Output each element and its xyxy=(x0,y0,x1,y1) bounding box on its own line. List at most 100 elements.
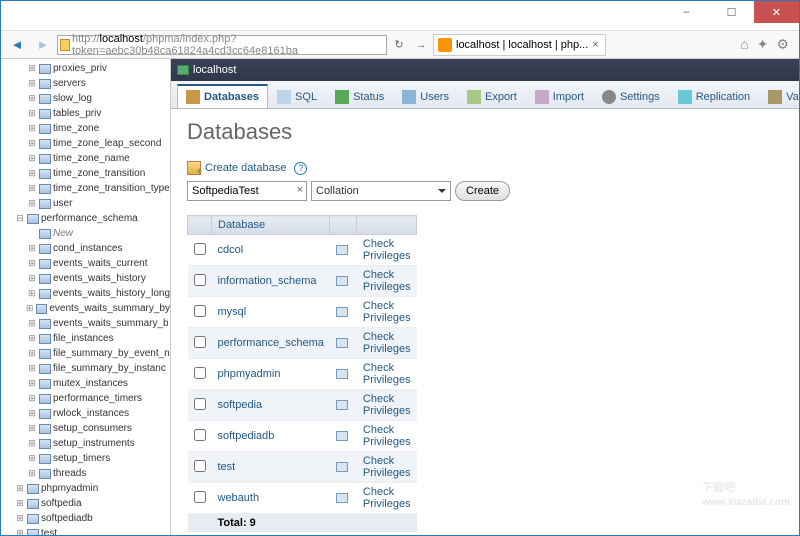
tree-toggle-icon[interactable]: ⊞ xyxy=(27,376,37,391)
tree-item[interactable]: time_zone xyxy=(53,121,99,136)
tree-item[interactable]: phpmyadmin xyxy=(41,481,98,496)
tree-item[interactable]: softpedia xyxy=(41,496,82,511)
row-checkbox[interactable] xyxy=(194,429,206,441)
tree-toggle-icon[interactable]: ⊟ xyxy=(15,211,25,226)
help-icon[interactable]: ? xyxy=(294,162,307,175)
tree-toggle-icon[interactable]: ⊞ xyxy=(27,106,37,121)
tree-item[interactable]: mutex_instances xyxy=(53,376,128,391)
tab-replication[interactable]: Replication xyxy=(669,85,759,108)
tree-item[interactable]: events_waits_summary_b xyxy=(53,316,169,331)
tab-export[interactable]: Export xyxy=(458,85,526,108)
tree-item[interactable]: rwlock_instances xyxy=(53,406,129,421)
tree-item[interactable]: threads xyxy=(53,466,86,481)
row-checkbox[interactable] xyxy=(194,305,206,317)
tab-close-button[interactable]: × xyxy=(592,39,598,51)
tree-toggle-icon[interactable]: ⊞ xyxy=(27,121,37,136)
browser-tab[interactable]: localhost | localhost | php... × xyxy=(433,34,606,56)
create-database-link[interactable]: Create database xyxy=(205,162,286,174)
check-privileges-link[interactable]: Check Privileges xyxy=(363,269,411,293)
column-header-database[interactable]: Database xyxy=(212,216,330,235)
check-privileges-link[interactable]: Check Privileges xyxy=(363,331,411,355)
row-checkbox[interactable] xyxy=(194,491,206,503)
tree-item[interactable]: cond_instances xyxy=(53,241,123,256)
tree-item[interactable]: setup_instruments xyxy=(53,436,135,451)
favorites-icon[interactable]: ✦ xyxy=(757,36,769,53)
tree-item[interactable]: time_zone_transition_type xyxy=(53,181,170,196)
collation-select[interactable]: Collation xyxy=(311,181,451,201)
tree-item[interactable]: tables_priv xyxy=(53,106,101,121)
tree-toggle-icon[interactable]: ⊞ xyxy=(27,466,37,481)
tree-toggle-icon[interactable]: ⊞ xyxy=(27,271,37,286)
nav-forward-button[interactable]: ► xyxy=(31,34,55,56)
database-link[interactable]: information_schema xyxy=(218,275,317,287)
database-link[interactable]: test xyxy=(218,461,236,473)
row-checkbox[interactable] xyxy=(194,243,206,255)
settings-gear-icon[interactable]: ⚙ xyxy=(776,36,789,53)
tree-item[interactable]: setup_consumers xyxy=(53,421,132,436)
database-link[interactable]: performance_schema xyxy=(218,337,324,349)
tree-toggle-icon[interactable]: ⊞ xyxy=(27,331,37,346)
tree-toggle-icon[interactable]: ⊞ xyxy=(27,136,37,151)
check-privileges-link[interactable]: Check Privileges xyxy=(363,362,411,386)
window-maximize-button[interactable]: ☐ xyxy=(709,1,754,23)
check-privileges-link[interactable]: Check Privileges xyxy=(363,455,411,479)
tree-item[interactable]: performance_timers xyxy=(53,391,142,406)
row-checkbox[interactable] xyxy=(194,274,206,286)
tab-variables[interactable]: Variables xyxy=(759,85,799,108)
tree-toggle-icon[interactable]: ⊞ xyxy=(27,421,37,436)
tree-item[interactable]: time_zone_leap_second xyxy=(53,136,161,151)
tree-item[interactable]: New xyxy=(53,226,73,241)
tree-toggle-icon[interactable]: ⊞ xyxy=(15,481,25,496)
tree-item[interactable]: proxies_priv xyxy=(53,61,107,76)
tree-item[interactable]: events_waits_history_long xyxy=(53,286,170,301)
check-privileges-link[interactable]: Check Privileges xyxy=(363,300,411,324)
tree-toggle-icon[interactable]: ⊞ xyxy=(27,91,37,106)
row-checkbox[interactable] xyxy=(194,398,206,410)
check-privileges-link[interactable]: Check Privileges xyxy=(363,486,411,510)
address-bar[interactable]: http://localhost/phpma/index.php?token=a… xyxy=(57,35,387,55)
window-minimize-button[interactable]: – xyxy=(664,1,709,23)
tree-toggle-icon[interactable]: ⊞ xyxy=(27,436,37,451)
tab-settings[interactable]: Settings xyxy=(593,85,669,108)
tree-toggle-icon[interactable]: ⊞ xyxy=(25,301,34,316)
tree-item[interactable]: events_waits_summary_by xyxy=(49,301,170,316)
tab-users[interactable]: Users xyxy=(393,85,458,108)
go-button[interactable]: → xyxy=(411,35,431,55)
tree-item[interactable]: time_zone_transition xyxy=(53,166,145,181)
tree-item[interactable]: file_summary_by_instanc xyxy=(53,361,166,376)
database-link[interactable]: softpediadb xyxy=(218,430,275,442)
tree-item[interactable]: setup_timers xyxy=(53,451,110,466)
tree-item[interactable]: events_waits_current xyxy=(53,256,148,271)
tree-toggle-icon[interactable]: ⊞ xyxy=(27,196,37,211)
nav-back-button[interactable]: ◄ xyxy=(5,34,29,56)
tree-item[interactable]: events_waits_history xyxy=(53,271,146,286)
database-link[interactable]: cdcol xyxy=(218,244,244,256)
tree-toggle-icon[interactable]: ⊞ xyxy=(27,286,37,301)
tree-toggle-icon[interactable]: ⊞ xyxy=(27,451,37,466)
tab-sql[interactable]: SQL xyxy=(268,85,326,108)
tree-toggle-icon[interactable]: ⊞ xyxy=(27,166,37,181)
tree-toggle-icon[interactable]: ⊞ xyxy=(27,181,37,196)
tree-toggle-icon[interactable]: ⊞ xyxy=(27,151,37,166)
tree-toggle-icon[interactable]: ⊞ xyxy=(27,241,37,256)
home-icon[interactable]: ⌂ xyxy=(740,36,748,53)
row-checkbox[interactable] xyxy=(194,460,206,472)
create-button[interactable]: Create xyxy=(455,181,510,201)
tree-item[interactable]: servers xyxy=(53,76,86,91)
tree-toggle-icon[interactable]: ⊞ xyxy=(27,361,37,376)
tree-toggle-icon[interactable]: ⊞ xyxy=(27,391,37,406)
tree-toggle-icon[interactable]: ⊞ xyxy=(15,526,25,535)
tree-toggle-icon[interactable]: ⊞ xyxy=(15,511,25,526)
database-link[interactable]: phpmyadmin xyxy=(218,368,281,380)
tree-item[interactable]: test xyxy=(41,526,57,535)
refresh-button[interactable]: ↻ xyxy=(389,35,409,55)
tree-item[interactable]: time_zone_name xyxy=(53,151,130,166)
tab-databases[interactable]: Databases xyxy=(177,84,268,108)
row-checkbox[interactable] xyxy=(194,367,206,379)
check-privileges-link[interactable]: Check Privileges xyxy=(363,393,411,417)
database-tree-sidebar[interactable]: ⊞proxies_priv⊞servers⊞slow_log⊞tables_pr… xyxy=(1,59,171,535)
tree-item[interactable]: file_summary_by_event_n xyxy=(53,346,170,361)
tree-toggle-icon[interactable]: ⊞ xyxy=(27,61,37,76)
database-link[interactable]: softpedia xyxy=(218,399,263,411)
row-checkbox[interactable] xyxy=(194,336,206,348)
